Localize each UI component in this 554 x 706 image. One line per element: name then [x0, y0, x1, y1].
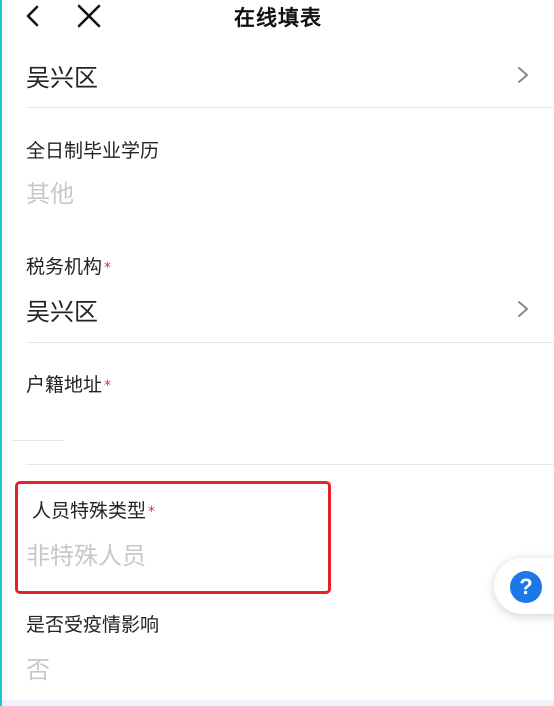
education-value: 其他: [26, 180, 74, 208]
divider: [12, 440, 64, 441]
divider: [26, 464, 554, 465]
form-page: 在线填表 吴兴区 全日制毕业学历 其他 税务机构 * 吴兴区 户籍地址 * 人员…: [0, 0, 554, 706]
required-mark: *: [148, 503, 156, 520]
special-personnel-type-field[interactable]: 人员特殊类型 * 非特殊人员: [2, 492, 554, 588]
tax-authority-label-text: 税务机构: [26, 256, 103, 278]
epidemic-impact-value: 否: [26, 656, 50, 684]
special-personnel-type-value: 非特殊人员: [26, 542, 146, 570]
tax-authority-value: 吴兴区: [26, 298, 98, 326]
help-icon: ?: [510, 571, 542, 603]
chevron-right-icon: [518, 301, 528, 317]
required-mark: *: [104, 377, 112, 394]
epidemic-impact-label: 是否受疫情影响: [26, 614, 160, 636]
household-address-label-text: 户籍地址: [26, 374, 103, 396]
bottom-strip: [2, 700, 554, 706]
district-value: 吴兴区: [26, 64, 98, 92]
household-address-field[interactable]: 户籍地址 *: [2, 364, 554, 464]
page-title: 在线填表: [234, 6, 322, 30]
household-address-label: 户籍地址 *: [26, 370, 111, 397]
tax-authority-field[interactable]: 税务机构 * 吴兴区: [2, 246, 554, 342]
chevron-right-icon: [518, 67, 528, 83]
special-personnel-type-label-text: 人员特殊类型: [32, 500, 147, 522]
divider: [26, 342, 554, 343]
epidemic-impact-field[interactable]: 是否受疫情影响 否: [2, 604, 554, 694]
required-mark: *: [104, 259, 112, 276]
district-row[interactable]: 吴兴区: [2, 56, 554, 108]
education-field[interactable]: 全日制毕业学历 其他: [2, 130, 554, 210]
special-personnel-type-label: 人员特殊类型 *: [32, 496, 155, 523]
education-label: 全日制毕业学历: [26, 140, 160, 162]
top-bar: 在线填表: [2, 0, 554, 34]
divider: [26, 107, 554, 108]
tax-authority-label: 税务机构 *: [26, 252, 111, 279]
